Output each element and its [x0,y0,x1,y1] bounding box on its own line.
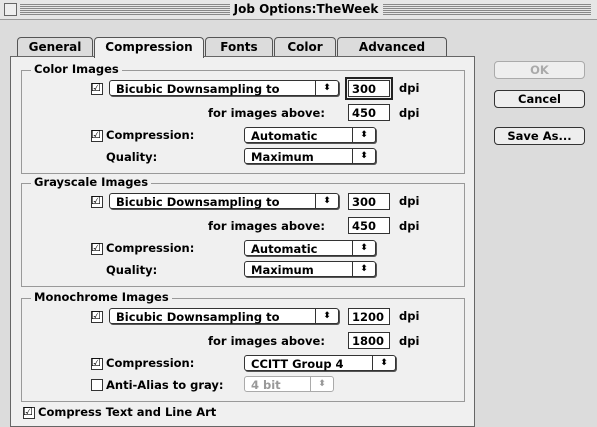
checkmark-icon: ☑ [91,309,101,322]
gray-quality-select[interactable]: Maximum ⬍ [244,261,376,277]
grayscale-images-group: Grayscale Images ☑ Bicubic Downsampling … [21,175,465,287]
mono-downsample-select[interactable]: Bicubic Downsampling to ⬍ [109,308,339,324]
group-legend: Grayscale Images [31,175,152,189]
quality-label: Quality: [106,263,158,277]
dpi-label: dpi [399,81,420,95]
select-value: Maximum [251,263,314,277]
select-value: Maximum [251,150,314,164]
compression-label: Compression: [106,356,195,370]
compression-panel: Color Images ☑ Bicubic Downsampling to ⬍ … [10,56,475,427]
popup-arrow-icon: ⬍ [310,377,333,391]
mono-downsample-checkbox[interactable]: ☑ [91,309,103,323]
gray-compression-checkbox[interactable]: ☑ [91,241,103,255]
gray-above-input[interactable]: 450 [348,217,390,234]
select-value: Automatic [251,242,318,256]
color-compression-checkbox[interactable]: ☑ [91,128,103,142]
color-resolution-input[interactable]: 300 [345,77,393,100]
group-legend: Color Images [31,62,122,76]
popup-arrow-icon: ⬍ [315,309,338,323]
popup-arrow-icon: ⬍ [372,356,395,370]
select-value: Bicubic Downsampling to [116,82,280,96]
mono-antialias-select[interactable]: 4 bit ⬍ [244,376,334,392]
select-value: 4 bit [251,378,281,392]
save-as-button[interactable]: Save As... [494,127,585,145]
mono-antialias-checkbox[interactable] [91,379,103,391]
checkmark-icon: ☑ [23,405,33,418]
popup-arrow-icon: ⬍ [315,81,338,95]
tab-general[interactable]: General [17,37,93,56]
title-stripes-right [383,4,591,15]
above-label: for images above: [208,334,325,348]
color-quality-select[interactable]: Maximum ⬍ [244,148,376,164]
mono-resolution-input[interactable]: 1200 [348,308,390,325]
cancel-button[interactable]: Cancel [494,90,585,108]
color-above-input[interactable]: 450 [348,104,390,121]
checkmark-icon: ☑ [91,356,101,369]
above-label: for images above: [208,106,325,120]
title-bar: Job Options:TheWeek [0,0,597,20]
select-value: Bicubic Downsampling to [116,195,280,209]
checkmark-icon: ☑ [91,81,101,94]
popup-arrow-icon: ⬍ [352,128,375,142]
tab-color[interactable]: Color [274,37,336,56]
dpi-label: dpi [399,219,420,233]
above-label: for images above: [208,219,325,233]
tab-compression[interactable]: Compression [94,37,204,58]
select-value: CCITT Group 4 [251,357,344,371]
dpi-label: dpi [399,309,420,323]
close-box-icon[interactable] [4,3,17,16]
dpi-label: dpi [399,106,420,120]
dpi-label: dpi [399,194,420,208]
window-title: Job Options:TheWeek [231,2,381,16]
compression-label: Compression: [106,128,195,142]
mono-compression-select[interactable]: CCITT Group 4 ⬍ [244,355,396,371]
select-value: Automatic [251,129,318,143]
tab-fonts[interactable]: Fonts [205,37,273,56]
mono-above-input[interactable]: 1800 [348,332,390,349]
title-stripes-left [20,4,230,15]
antialias-label: Anti-Alias to gray: [106,378,224,392]
gray-downsample-select[interactable]: Bicubic Downsampling to ⬍ [109,193,339,209]
color-downsample-checkbox[interactable]: ☑ [91,81,103,95]
checkmark-icon: ☑ [91,194,101,207]
compress-text-checkbox[interactable]: ☑ [23,405,35,419]
monochrome-images-group: Monochrome Images ☑ Bicubic Downsampling… [21,290,465,402]
compress-text-label: Compress Text and Line Art [38,405,217,419]
quality-label: Quality: [106,150,158,164]
group-legend: Monochrome Images [31,290,172,304]
mono-compression-checkbox[interactable]: ☑ [91,356,103,370]
compression-label: Compression: [106,241,195,255]
popup-arrow-icon: ⬍ [315,194,338,208]
checkmark-icon: ☑ [91,128,101,141]
gray-downsample-checkbox[interactable]: ☑ [91,194,103,208]
color-downsample-select[interactable]: Bicubic Downsampling to ⬍ [109,80,339,96]
ok-button[interactable]: OK [494,61,585,79]
color-images-group: Color Images ☑ Bicubic Downsampling to ⬍ … [21,62,465,174]
popup-arrow-icon: ⬍ [352,262,375,276]
gray-compression-select[interactable]: Automatic ⬍ [244,240,376,256]
popup-arrow-icon: ⬍ [352,241,375,255]
checkmark-icon: ☑ [91,241,101,254]
select-value: Bicubic Downsampling to [116,310,280,324]
gray-resolution-input[interactable]: 300 [348,193,390,210]
dpi-label: dpi [399,334,420,348]
color-compression-select[interactable]: Automatic ⬍ [244,127,376,143]
tab-advanced[interactable]: Advanced [337,37,447,56]
popup-arrow-icon: ⬍ [352,149,375,163]
